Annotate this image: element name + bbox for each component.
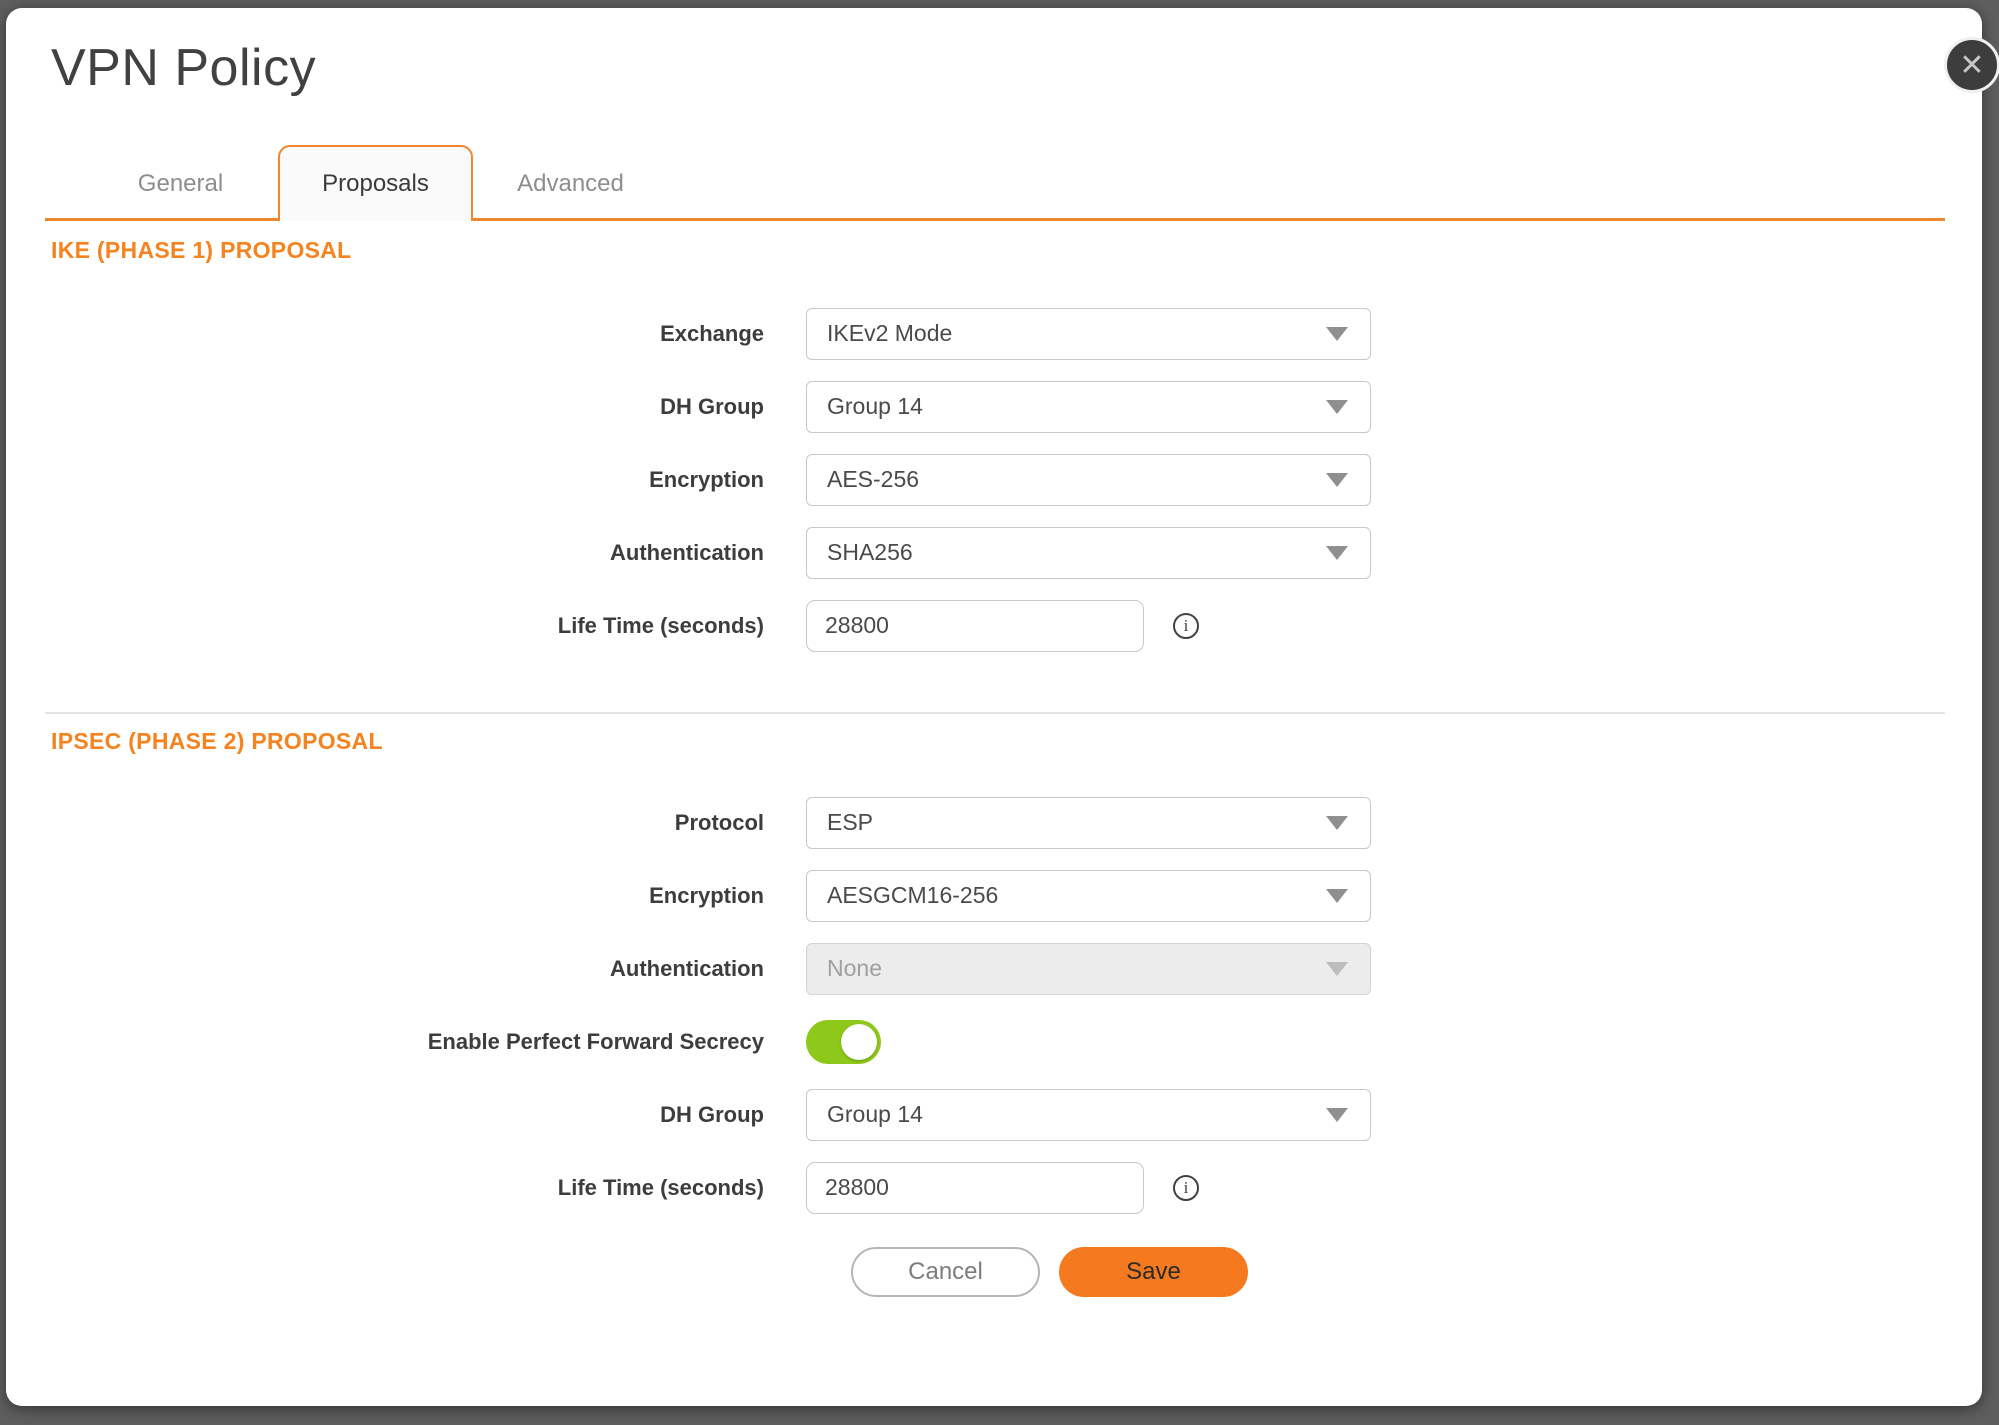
tab-proposals[interactable]: Proposals xyxy=(278,145,473,221)
exchange-select[interactable]: IKEv2 Mode xyxy=(806,308,1371,360)
ipsec-dh-group-select[interactable]: Group 14 xyxy=(806,1089,1371,1141)
protocol-select[interactable]: ESP xyxy=(806,797,1371,849)
pfs-toggle-knob xyxy=(841,1024,877,1060)
ipsec-authentication-row: Authentication None xyxy=(6,932,1982,1005)
tab-bar: General Proposals Advanced xyxy=(45,143,1945,221)
ike-authentication-select[interactable]: SHA256 xyxy=(806,527,1371,579)
ipsec-dh-group-value: Group 14 xyxy=(827,1101,923,1128)
ipsec-life-time-row: Life Time (seconds) i xyxy=(6,1151,1982,1224)
caret-down-icon xyxy=(1326,546,1348,560)
tab-general-label: General xyxy=(138,170,223,197)
ike-phase1-form: Exchange IKEv2 Mode DH Group Group 14 En… xyxy=(6,297,1982,662)
backdrop: { "window": { "title": "VPN Policy" }, "… xyxy=(0,0,1999,1425)
ipsec-life-time-input[interactable] xyxy=(806,1162,1144,1214)
protocol-label: Protocol xyxy=(6,810,764,836)
tab-proposals-label: Proposals xyxy=(322,170,429,198)
close-icon[interactable]: ✕ xyxy=(1944,37,1999,93)
ipsec-phase2-heading: IPSEC (PHASE 2) PROPOSAL xyxy=(51,727,1982,755)
ipsec-encryption-select[interactable]: AESGCM16-256 xyxy=(806,870,1371,922)
ipsec-encryption-label: Encryption xyxy=(6,883,764,909)
exchange-label: Exchange xyxy=(6,321,764,347)
ipsec-encryption-row: Encryption AESGCM16-256 xyxy=(6,859,1982,932)
ipsec-life-time-label: Life Time (seconds) xyxy=(6,1175,764,1201)
vpn-policy-dialog: VPN Policy General Proposals Advanced IK… xyxy=(6,8,1982,1406)
ike-life-time-input[interactable] xyxy=(806,600,1144,652)
exchange-value: IKEv2 Mode xyxy=(827,320,952,347)
cancel-button-label: Cancel xyxy=(908,1258,983,1286)
ike-dh-group-row: DH Group Group 14 xyxy=(6,370,1982,443)
ike-dh-group-value: Group 14 xyxy=(827,393,923,420)
pfs-row: Enable Perfect Forward Secrecy xyxy=(6,1005,1982,1078)
ike-encryption-value: AES-256 xyxy=(827,466,919,493)
close-icon-glyph: ✕ xyxy=(1959,48,1984,83)
protocol-row: Protocol ESP xyxy=(6,786,1982,859)
ike-dh-group-select[interactable]: Group 14 xyxy=(806,381,1371,433)
ipsec-authentication-label: Authentication xyxy=(6,956,764,982)
tab-advanced[interactable]: Advanced xyxy=(473,170,668,218)
ike-encryption-row: Encryption AES-256 xyxy=(6,443,1982,516)
ike-dh-group-label: DH Group xyxy=(6,394,764,420)
tab-advanced-label: Advanced xyxy=(517,170,624,197)
caret-down-icon xyxy=(1326,816,1348,830)
ike-encryption-label: Encryption xyxy=(6,467,764,493)
caret-down-icon xyxy=(1326,327,1348,341)
ike-authentication-value: SHA256 xyxy=(827,539,913,566)
cancel-button[interactable]: Cancel xyxy=(851,1247,1040,1297)
ike-authentication-label: Authentication xyxy=(6,540,764,566)
ipsec-authentication-value: None xyxy=(827,955,882,982)
info-icon-glyph: i xyxy=(1184,617,1189,634)
info-icon[interactable]: i xyxy=(1173,1175,1199,1201)
pfs-label: Enable Perfect Forward Secrecy xyxy=(6,1029,764,1055)
ipsec-dh-group-label: DH Group xyxy=(6,1102,764,1128)
ike-life-time-label: Life Time (seconds) xyxy=(6,613,764,639)
save-button[interactable]: Save xyxy=(1059,1247,1248,1297)
ipsec-phase2-form: Protocol ESP Encryption AESGCM16-256 Aut… xyxy=(6,786,1982,1224)
caret-down-icon xyxy=(1326,962,1348,976)
caret-down-icon xyxy=(1326,400,1348,414)
ike-phase1-heading: IKE (PHASE 1) PROPOSAL xyxy=(51,236,1982,264)
ike-authentication-row: Authentication SHA256 xyxy=(6,516,1982,589)
info-icon[interactable]: i xyxy=(1173,613,1199,639)
ike-encryption-select[interactable]: AES-256 xyxy=(806,454,1371,506)
info-icon-glyph: i xyxy=(1184,1179,1189,1196)
protocol-value: ESP xyxy=(827,809,873,836)
caret-down-icon xyxy=(1326,473,1348,487)
ipsec-dh-group-row: DH Group Group 14 xyxy=(6,1078,1982,1151)
exchange-row: Exchange IKEv2 Mode xyxy=(6,297,1982,370)
caret-down-icon xyxy=(1326,1108,1348,1122)
dialog-title: VPN Policy xyxy=(51,38,1982,98)
ike-life-time-row: Life Time (seconds) i xyxy=(6,589,1982,662)
tab-general[interactable]: General xyxy=(83,170,278,218)
footer-actions: Cancel Save xyxy=(851,1247,1982,1297)
ipsec-authentication-select-disabled: None xyxy=(806,943,1371,995)
save-button-label: Save xyxy=(1126,1258,1181,1286)
caret-down-icon xyxy=(1326,889,1348,903)
pfs-toggle[interactable] xyxy=(806,1020,881,1064)
section-divider xyxy=(45,712,1945,714)
ipsec-encryption-value: AESGCM16-256 xyxy=(827,882,998,909)
